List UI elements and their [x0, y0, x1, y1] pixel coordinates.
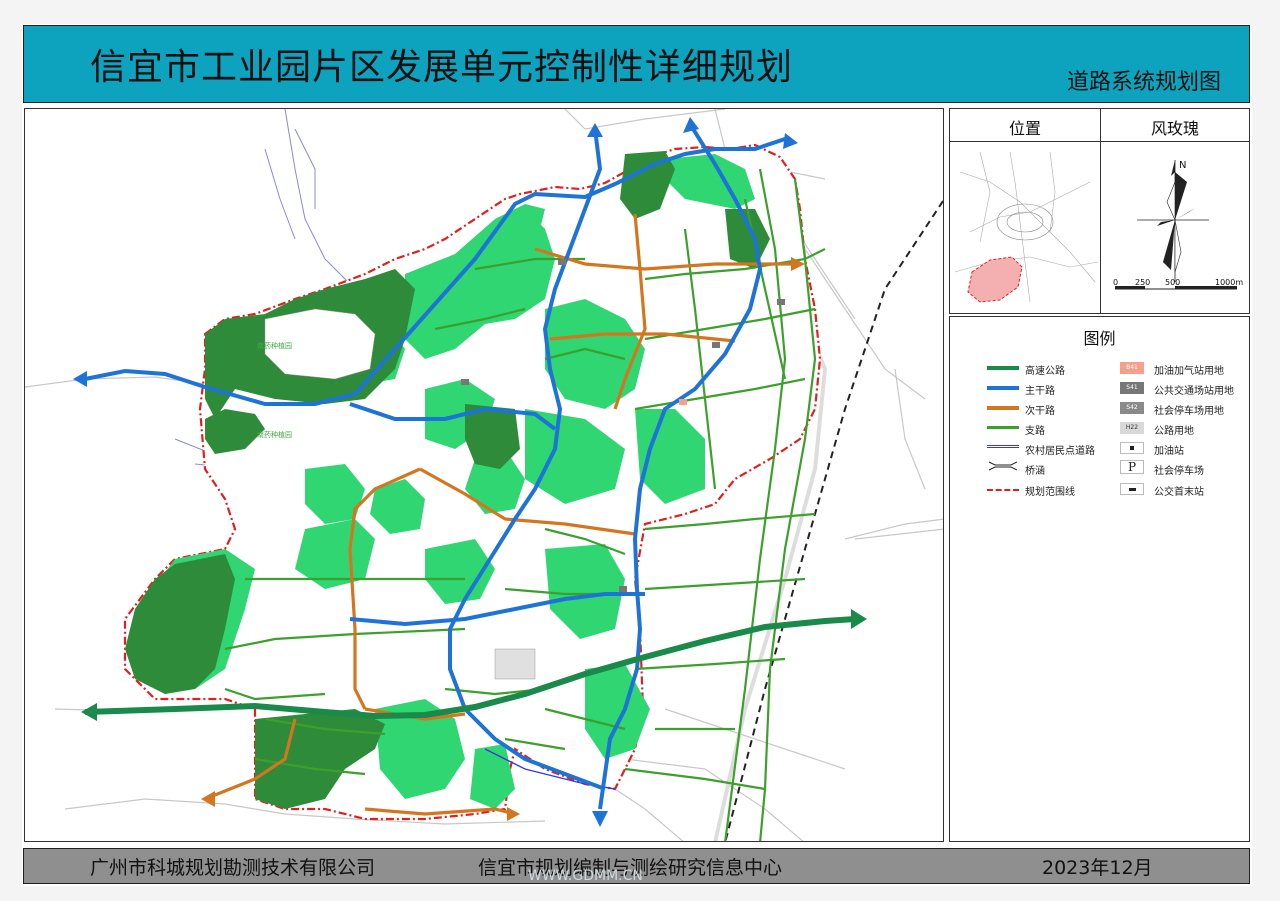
road-plan-map[interactable]: 南药种植园 南药种植园 — [24, 108, 944, 842]
watermark: WWW.GDMM.CN — [528, 868, 643, 884]
legend-branch: 支路 — [1025, 426, 1045, 437]
park-label-south: 南药种植园 — [257, 430, 292, 439]
legend-bridge: 桥涵 — [1025, 466, 1045, 477]
footer-company: 广州市科城规划勘测技术有限公司 — [90, 857, 376, 879]
legend-primary-swatch — [987, 386, 1019, 390]
legend-b41: 加油加气站用地 — [1154, 366, 1224, 377]
title-bar: 信宜市工业园片区发展单元控制性详细规划 道路系统规划图 — [23, 25, 1250, 103]
windrose-diagram: N 0 250 500 1000m — [1113, 160, 1243, 290]
legend-boundary: 规划范围线 — [1025, 487, 1075, 498]
legend-s42-swatch: S42 — [1120, 402, 1144, 414]
bus-terminal-icon — [1120, 483, 1144, 495]
map-canvas: 南药种植园 南药种植园 — [25, 109, 943, 841]
windrose-title: 风玫瑰 — [1150, 119, 1199, 138]
legend-panel: 图例 高速公路 主干路 次干路 支路 农村居民点道路 桥涵 规划范围线 B41 … — [949, 316, 1250, 842]
location-title: 位置 — [1008, 119, 1041, 138]
legend-title: 图例 — [1083, 329, 1116, 348]
legend-bus-terminal: 公交首末站 — [1154, 487, 1204, 498]
legend-s42: 社会停车场用地 — [1154, 406, 1224, 417]
legend-rural: 农村居民点道路 — [1025, 446, 1095, 457]
scale-0: 0 — [1113, 278, 1118, 287]
legend-rural-swatch — [987, 445, 1019, 448]
scale-1000: 1000m — [1215, 278, 1243, 287]
map-title: 信宜市工业园片区发展单元控制性详细规划 — [90, 47, 794, 88]
legend-expressway-swatch — [987, 366, 1019, 370]
legend-expressway: 高速公路 — [1025, 366, 1065, 377]
parking-icon: P — [1120, 460, 1144, 474]
legend-h22-swatch: H22 — [1120, 422, 1144, 434]
legend-secondary-swatch — [987, 406, 1019, 410]
scale-500: 500 — [1165, 278, 1180, 287]
bridge-icon — [988, 461, 1018, 471]
legend-primary: 主干路 — [1025, 386, 1055, 397]
legend-secondary: 次干路 — [1025, 406, 1055, 417]
park-label-north: 南药种植园 — [257, 341, 292, 350]
legend-branch-swatch — [987, 426, 1019, 429]
legend-boundary-swatch — [987, 489, 1019, 491]
map-subtitle: 道路系统规划图 — [1066, 70, 1221, 95]
location-panel: 位置 — [949, 108, 1101, 314]
scale-250: 250 — [1135, 278, 1150, 287]
legend-gas-station: 加油站 — [1154, 446, 1184, 457]
legend-h22: 公路用地 — [1154, 426, 1194, 437]
legend-s41: 公共交通场站用地 — [1154, 386, 1234, 397]
legend-s41-swatch: S41 — [1120, 382, 1144, 394]
windrose-panel: 风玫瑰 N 0 250 500 1000m — [1100, 108, 1250, 314]
legend-b41-swatch: B41 — [1120, 362, 1144, 374]
gas-station-icon — [1120, 442, 1144, 454]
location-minimap — [954, 151, 1099, 303]
footer-date: 2023年12月 — [1042, 857, 1153, 879]
legend-parking: 社会停车场 — [1154, 466, 1204, 477]
north-label: N — [1179, 160, 1186, 171]
